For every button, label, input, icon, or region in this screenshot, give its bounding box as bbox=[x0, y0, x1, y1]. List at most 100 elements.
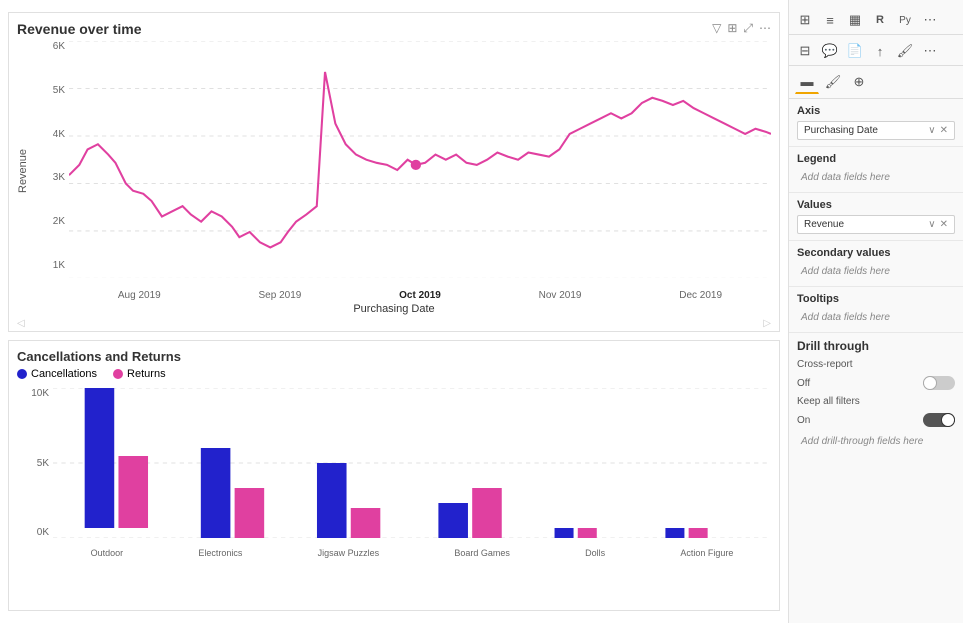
grid-icon[interactable]: ⊟ bbox=[793, 39, 817, 63]
values-section-title: Values bbox=[797, 199, 955, 211]
panel-toolbar: ⊞ ≡ ▦ R Py ⋯ bbox=[789, 4, 963, 35]
bar-label-dolls: Dolls bbox=[585, 548, 605, 558]
cross-report-thumb bbox=[923, 376, 937, 390]
filter-icon[interactable]: ▽ bbox=[712, 21, 721, 36]
y-tick-6k: 6K bbox=[33, 41, 69, 52]
values-remove-icon[interactable]: ✕ bbox=[940, 219, 948, 230]
bar-label-action: Action Figure bbox=[680, 548, 733, 558]
keep-filters-row: Keep all filters bbox=[797, 396, 955, 407]
brush-icon[interactable]: 🖌 bbox=[893, 39, 917, 63]
axis-field-pill[interactable]: Purchasing Date ∨ ✕ bbox=[797, 121, 955, 140]
x-tick-oct: Oct 2019 bbox=[399, 290, 441, 301]
py-icon[interactable]: Py bbox=[893, 8, 917, 32]
legend-dot-cancellations bbox=[17, 369, 27, 379]
drill-add-field[interactable]: Add drill-through fields here bbox=[797, 433, 955, 450]
bar-label-outdoor: Outdoor bbox=[91, 548, 124, 558]
bar-chart-svg bbox=[53, 388, 771, 538]
r-icon[interactable]: R bbox=[868, 8, 892, 32]
axis-pill-icons: ∨ ✕ bbox=[928, 125, 948, 136]
bar-vis-icon[interactable]: ▬ bbox=[795, 70, 819, 94]
paint-vis-icon[interactable]: 🖌 bbox=[821, 70, 845, 94]
values-chevron-icon[interactable]: ∨ bbox=[928, 219, 935, 230]
chart-area: Revenue 6K 5K 4K 3K 2K 1K bbox=[17, 41, 771, 301]
legend-label-returns: Returns bbox=[127, 368, 166, 380]
legend-label-cancellations: Cancellations bbox=[31, 368, 97, 380]
tooltips-section: Tooltips Add data fields here bbox=[789, 287, 963, 333]
bar-label-electronics: Electronics bbox=[198, 548, 242, 558]
cross-report-label: Cross-report bbox=[797, 359, 853, 370]
axis-section-title: Axis bbox=[797, 105, 955, 117]
cross-report-value: Off bbox=[797, 378, 810, 389]
more-toolbar-icon[interactable]: ⋯ bbox=[918, 8, 942, 32]
doc-icon[interactable]: 📄 bbox=[843, 39, 867, 63]
axis-chevron-icon[interactable]: ∨ bbox=[928, 125, 935, 136]
axis-remove-icon[interactable]: ✕ bbox=[940, 125, 948, 136]
legend-section-title: Legend bbox=[797, 153, 955, 165]
legend-cancellations: Cancellations bbox=[17, 368, 97, 380]
table-icon[interactable]: ⊞ bbox=[793, 8, 817, 32]
share-icon[interactable]: ↑ bbox=[868, 39, 892, 63]
revenue-line-chart bbox=[69, 41, 771, 278]
values-field-pill[interactable]: Revenue ∨ ✕ bbox=[797, 215, 955, 234]
bar-label-jigsaw: Jigsaw Puzzles bbox=[318, 548, 380, 558]
cancellations-chart-container: Cancellations and Returns Cancellations … bbox=[8, 340, 780, 611]
main-content: Revenue over time ▽ ⊞ ⤢ ⋯ Revenue 6K 5K … bbox=[0, 0, 788, 623]
keep-filters-value: On bbox=[797, 415, 810, 426]
cross-report-toggle[interactable] bbox=[923, 376, 955, 390]
legend-returns: Returns bbox=[113, 368, 166, 380]
values-field-label: Revenue bbox=[804, 219, 844, 230]
bar-chart-area: 10K 5K 0K bbox=[17, 388, 771, 558]
x-axis: Aug 2019 Sep 2019 Oct 2019 Nov 2019 Dec … bbox=[69, 290, 771, 301]
keep-filters-thumb bbox=[941, 413, 955, 427]
y-tick-4k: 4K bbox=[33, 129, 69, 140]
secondary-values-title: Secondary values bbox=[797, 247, 955, 259]
speech-bubble-icon[interactable]: 💬 bbox=[818, 39, 842, 63]
x-tick-aug: Aug 2019 bbox=[118, 290, 161, 301]
expand-icon[interactable]: ⤢ bbox=[743, 21, 753, 36]
bar-y-0k: 0K bbox=[17, 527, 53, 538]
axis-field-label: Purchasing Date bbox=[804, 125, 878, 136]
card-icon[interactable]: ▦ bbox=[843, 8, 867, 32]
keep-filters-toggle[interactable] bbox=[923, 413, 955, 427]
bar-y-ticks: 10K 5K 0K bbox=[17, 388, 53, 538]
bar-y-5k: 5K bbox=[17, 458, 53, 469]
y-tick-3k: 3K bbox=[33, 172, 69, 183]
y-axis-label: Revenue bbox=[17, 41, 29, 301]
y-tick-2k: 2K bbox=[33, 216, 69, 227]
y-tick-5k: 5K bbox=[33, 85, 69, 96]
more-icon-2[interactable]: ⋯ bbox=[918, 39, 942, 63]
drill-through-section: Drill through Cross-report Off Keep all … bbox=[789, 333, 963, 456]
resize-handle-left[interactable]: ◁ bbox=[17, 318, 25, 329]
legend-section: Legend Add data fields here bbox=[789, 147, 963, 193]
y-axis-ticks: 6K 5K 4K 3K 2K 1K bbox=[33, 41, 69, 271]
values-pill-icons: ∨ ✕ bbox=[928, 219, 948, 230]
legend-add-field[interactable]: Add data fields here bbox=[797, 169, 955, 186]
secondary-add-field[interactable]: Add data fields here bbox=[797, 263, 955, 280]
viz-type-icons: ▬ 🖌 ⊕ bbox=[789, 66, 963, 99]
more-options-icon[interactable]: ⋯ bbox=[759, 21, 771, 36]
cross-report-toggle-row: Off bbox=[797, 376, 955, 390]
secondary-values-section: Secondary values Add data fields here bbox=[789, 241, 963, 287]
values-section: Values Revenue ∨ ✕ bbox=[789, 193, 963, 241]
chart-inner: 6K 5K 4K 3K 2K 1K bbox=[33, 41, 771, 301]
revenue-chart-title: Revenue over time bbox=[17, 21, 142, 37]
tooltips-section-title: Tooltips bbox=[797, 293, 955, 305]
right-panel: ⊞ ≡ ▦ R Py ⋯ ⊟ 💬 📄 ↑ 🖌 ⋯ ▬ 🖌 ⊕ Axis Purc… bbox=[788, 0, 963, 623]
x-axis-title: Purchasing Date bbox=[17, 303, 771, 315]
keep-filters-toggle-row: On bbox=[797, 413, 955, 427]
cross-report-row: Cross-report bbox=[797, 359, 955, 370]
x-tick-nov: Nov 2019 bbox=[539, 290, 582, 301]
analytics-vis-icon[interactable]: ⊕ bbox=[847, 70, 871, 94]
bar-label-board: Board Games bbox=[454, 548, 510, 558]
bar-y-10k: 10K bbox=[17, 388, 53, 399]
resize-handle-right[interactable]: ▷ bbox=[763, 318, 771, 329]
matrix-icon[interactable]: ≡ bbox=[818, 8, 842, 32]
chart-legend: Cancellations Returns bbox=[17, 368, 771, 380]
revenue-chart-container: Revenue over time ▽ ⊞ ⤢ ⋯ Revenue 6K 5K … bbox=[8, 12, 780, 332]
tooltips-add-field[interactable]: Add data fields here bbox=[797, 309, 955, 326]
drill-through-title: Drill through bbox=[797, 339, 955, 353]
focus-icon[interactable]: ⊞ bbox=[727, 21, 737, 36]
bar-x-labels: Outdoor Electronics Jigsaw Puzzles Board… bbox=[53, 548, 771, 558]
axis-section: Axis Purchasing Date ∨ ✕ bbox=[789, 99, 963, 147]
x-tick-sep: Sep 2019 bbox=[259, 290, 302, 301]
